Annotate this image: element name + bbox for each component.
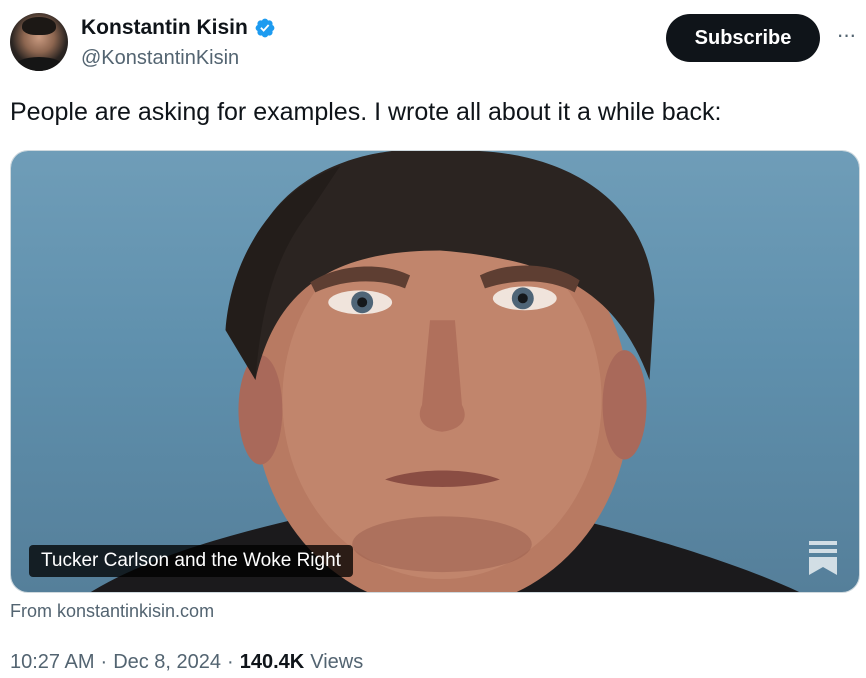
author-name[interactable]: Konstantin Kisin <box>81 16 276 40</box>
author-handle[interactable]: @KonstantinKisin <box>81 47 239 70</box>
bookmark-icon <box>809 541 837 575</box>
avatar-shirt <box>14 57 64 71</box>
card-source[interactable]: From konstantinkisin.com <box>10 601 214 622</box>
avatar[interactable] <box>10 13 68 71</box>
views-label: Views <box>310 651 364 673</box>
link-card[interactable]: Tucker Carlson and the Woke Right <box>10 150 860 593</box>
verified-badge-icon <box>255 18 275 38</box>
tweet-time[interactable]: 10:27 AM <box>10 651 95 674</box>
tweet-text: People are asking for examples. I wrote … <box>10 98 722 126</box>
views-count: 140.4K <box>239 651 305 673</box>
subscribe-button[interactable]: Subscribe <box>666 14 820 62</box>
tweet-meta: 10:27 AM · Dec 8, 2024 · 140.4K Views <box>10 651 363 674</box>
author-name-text: Konstantin Kisin <box>81 16 248 39</box>
more-options-icon[interactable]: ··· <box>833 22 859 48</box>
avatar-hair <box>22 17 56 35</box>
meta-separator: · <box>100 651 108 673</box>
card-title: Tucker Carlson and the Woke Right <box>29 545 353 577</box>
card-image-portrait <box>90 151 800 592</box>
tweet-date[interactable]: Dec 8, 2024 <box>113 651 221 674</box>
meta-separator: · <box>227 651 234 673</box>
